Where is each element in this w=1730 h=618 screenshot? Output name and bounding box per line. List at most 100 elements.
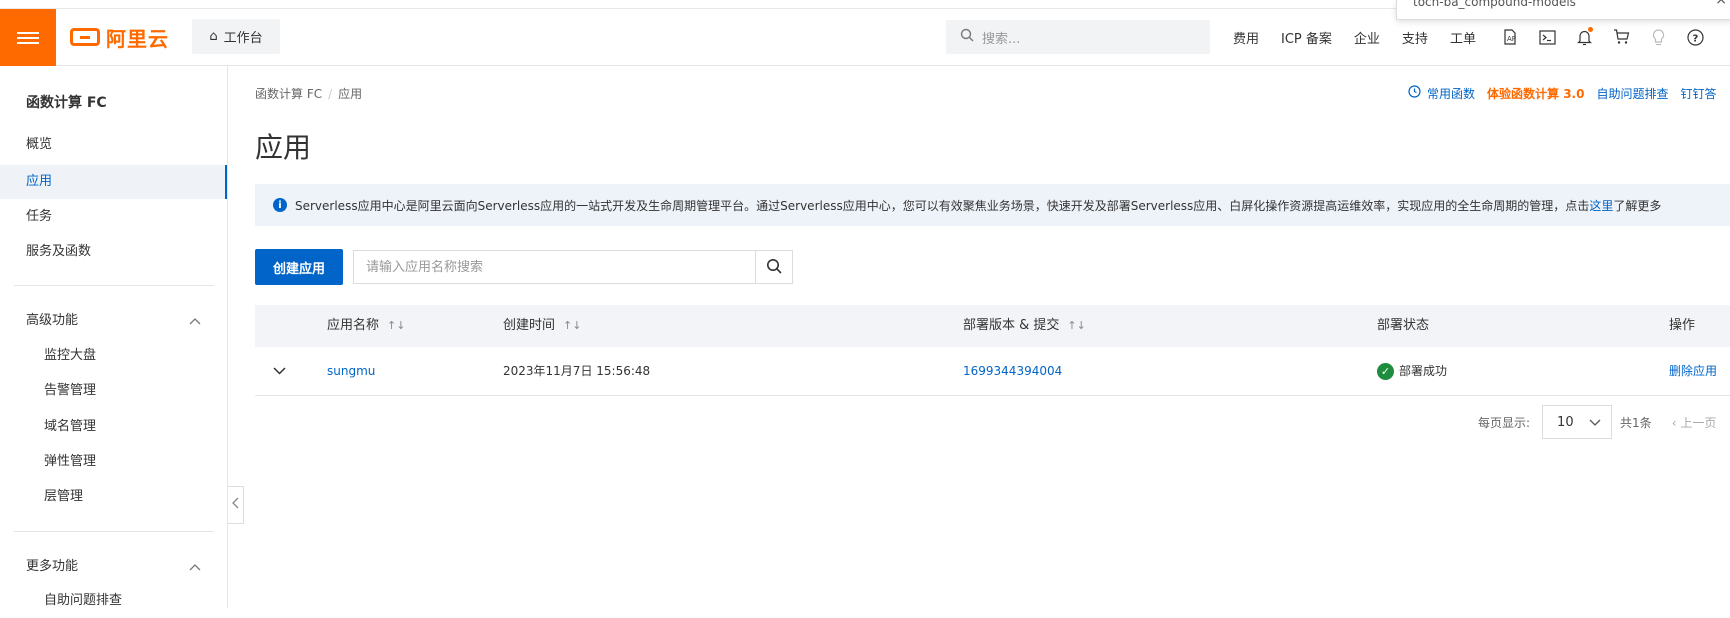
deploy-status: ✓ 部署成功 <box>1377 347 1447 395</box>
popup-text: toch-ba_compound-models <box>1413 0 1576 9</box>
sidebar-group-label: 更多功能 <box>26 559 79 574</box>
sidebar: 函数计算 FC 概览 应用 任务 服务及函数 高级功能 监控大盘 告警管理 域名… <box>0 66 228 608</box>
chevron-up-icon <box>189 304 201 338</box>
app-search-box <box>353 250 793 284</box>
app-search-input[interactable] <box>354 251 755 283</box>
header-icons: AP ? <box>1500 20 1722 54</box>
nav-link-ticket[interactable]: 工单 <box>1450 28 1476 47</box>
app-search-button[interactable] <box>755 251 792 283</box>
sidebar-item-services[interactable]: 服务及函数 <box>0 235 227 269</box>
status-label: 部署成功 <box>1399 364 1448 378</box>
try-fc3-link[interactable]: 体验函数计算 3.0 <box>1487 85 1584 102</box>
info-icon: i <box>273 198 287 212</box>
notification-dot <box>1588 27 1593 32</box>
sidebar-item-troubleshoot[interactable]: 自助问题排查 <box>0 584 227 618</box>
sidebar-item-overview[interactable]: 概览 <box>0 128 227 162</box>
table-row: sungmu 2023年11月7日 15:56:48 1699344394004… <box>255 347 1730 396</box>
sidebar-collapse-handle[interactable] <box>228 486 244 524</box>
breadcrumb-current: 应用 <box>338 87 363 101</box>
sort-icon[interactable]: ↑↓ <box>563 319 581 332</box>
page-size-label: 每页显示: <box>1478 415 1531 430</box>
self-troubleshoot-link[interactable]: 自助问题排查 <box>1596 85 1668 102</box>
top-links: 常用函数 体验函数计算 3.0 自助问题排查 钉钉答 <box>1408 85 1728 102</box>
sidebar-item-monitor[interactable]: 监控大盘 <box>0 339 227 373</box>
hamburger-icon <box>17 29 39 47</box>
terminal-icon[interactable] <box>1537 27 1557 47</box>
breadcrumb-root[interactable]: 函数计算 FC <box>255 87 322 101</box>
column-header-name: 应用名称 ↑↓ <box>327 305 405 347</box>
column-header-action: 操作 <box>1669 318 1696 333</box>
sidebar-group-label: 高级功能 <box>26 313 79 328</box>
close-icon[interactable]: × <box>1715 0 1727 7</box>
search-placeholder: 搜索... <box>982 31 1021 47</box>
nav-link-fees[interactable]: 费用 <box>1233 28 1259 47</box>
search-icon <box>960 28 974 46</box>
sort-icon[interactable]: ↑↓ <box>1067 319 1085 332</box>
sidebar-group-more[interactable]: 更多功能 <box>0 550 227 584</box>
sidebar-item-layers[interactable]: 层管理 <box>0 480 227 514</box>
help-icon[interactable]: ? <box>1685 27 1705 47</box>
nav-link-support[interactable]: 支持 <box>1402 28 1428 47</box>
home-icon: ⌂ <box>209 29 218 44</box>
chevron-down-icon[interactable] <box>273 347 286 395</box>
create-app-button[interactable]: 创建应用 <box>255 249 343 285</box>
column-header-version: 部署版本 & 提交 ↑↓ <box>963 305 1086 347</box>
sidebar-item-scaling[interactable]: 弹性管理 <box>0 445 227 479</box>
column-header-created: 创建时间 ↑↓ <box>503 305 581 347</box>
pagination: 每页显示: 10 共1条 ‹ 上一页 <box>1478 405 1716 439</box>
notice-tail: 了解更多 <box>1613 198 1662 213</box>
sidebar-item-apps[interactable]: 应用 <box>0 165 227 199</box>
sidebar-item-tasks[interactable]: 任务 <box>0 200 227 234</box>
lightbulb-icon[interactable] <box>1648 27 1668 47</box>
prev-page-label: 上一页 <box>1680 415 1717 430</box>
delete-app-link[interactable]: 删除应用 <box>1669 347 1717 395</box>
nav-link-enterprise[interactable]: 企业 <box>1354 28 1380 47</box>
info-notice: i Serverless应用中心是阿里云面向Serverless应用的一站式开发… <box>255 184 1730 226</box>
table-header: 应用名称 ↑↓ 创建时间 ↑↓ 部署版本 & 提交 ↑↓ 部署状态 操作 <box>255 305 1730 347</box>
global-search[interactable]: 搜索... <box>946 20 1210 54</box>
logo-text: 阿里云 <box>106 26 169 51</box>
version-link[interactable]: 1699344394004 <box>963 347 1062 395</box>
notice-link[interactable]: 这里 <box>1589 197 1613 214</box>
workbench-button[interactable]: ⌂ 工作台 <box>192 19 280 54</box>
total-count: 共1条 <box>1620 415 1652 430</box>
sort-icon[interactable]: ↑↓ <box>387 319 405 332</box>
column-label: 创建时间 <box>503 318 556 333</box>
dingtalk-link[interactable]: 钉钉答 <box>1680 85 1716 102</box>
created-time: 2023年11月7日 15:56:48 <box>503 364 651 378</box>
nav-link-icp[interactable]: ICP 备案 <box>1281 28 1332 47</box>
svg-text:AP: AP <box>1507 35 1516 43</box>
workbench-label: 工作台 <box>223 31 263 46</box>
api-icon[interactable]: AP <box>1500 27 1520 47</box>
check-circle-icon: ✓ <box>1377 363 1394 380</box>
sidebar-divider <box>14 285 214 286</box>
sidebar-item-alerts[interactable]: 告警管理 <box>0 374 227 408</box>
chevron-left-icon <box>232 497 239 513</box>
breadcrumb: 函数计算 FC / 应用 <box>255 85 362 102</box>
logo-icon <box>70 28 100 46</box>
sidebar-title: 函数计算 FC <box>26 95 107 111</box>
common-functions-link[interactable]: 常用函数 <box>1427 85 1475 102</box>
chevron-down-icon <box>1589 415 1601 430</box>
clock-icon <box>1408 85 1421 102</box>
search-icon <box>766 258 782 277</box>
sidebar-group-advanced[interactable]: 高级功能 <box>0 304 227 338</box>
floating-popup: toch-ba_compound-models × <box>1396 0 1730 20</box>
prev-page-button[interactable]: ‹ 上一页 <box>1672 414 1717 431</box>
aliyun-logo[interactable]: 阿里云 <box>70 25 169 51</box>
svg-text:?: ? <box>1692 33 1698 44</box>
cart-icon[interactable] <box>1611 27 1631 47</box>
app-name-link[interactable]: sungmu <box>327 347 375 395</box>
column-label: 部署版本 & 提交 <box>963 318 1060 333</box>
page-size-select[interactable]: 10 <box>1542 405 1613 439</box>
chevron-up-icon <box>189 550 201 584</box>
column-header-status: 部署状态 <box>1377 318 1430 333</box>
breadcrumb-separator: / <box>328 87 333 101</box>
page-title: 应用 <box>255 131 312 164</box>
bell-icon[interactable] <box>1574 27 1594 47</box>
header-links: 费用 ICP 备案 企业 支持 工单 <box>1233 20 1498 54</box>
notice-text: Serverless应用中心是阿里云面向Serverless应用的一站式开发及生… <box>295 198 1590 213</box>
menu-button[interactable] <box>0 9 56 66</box>
sidebar-item-domains[interactable]: 域名管理 <box>0 410 227 444</box>
page-size-value: 10 <box>1557 414 1574 430</box>
